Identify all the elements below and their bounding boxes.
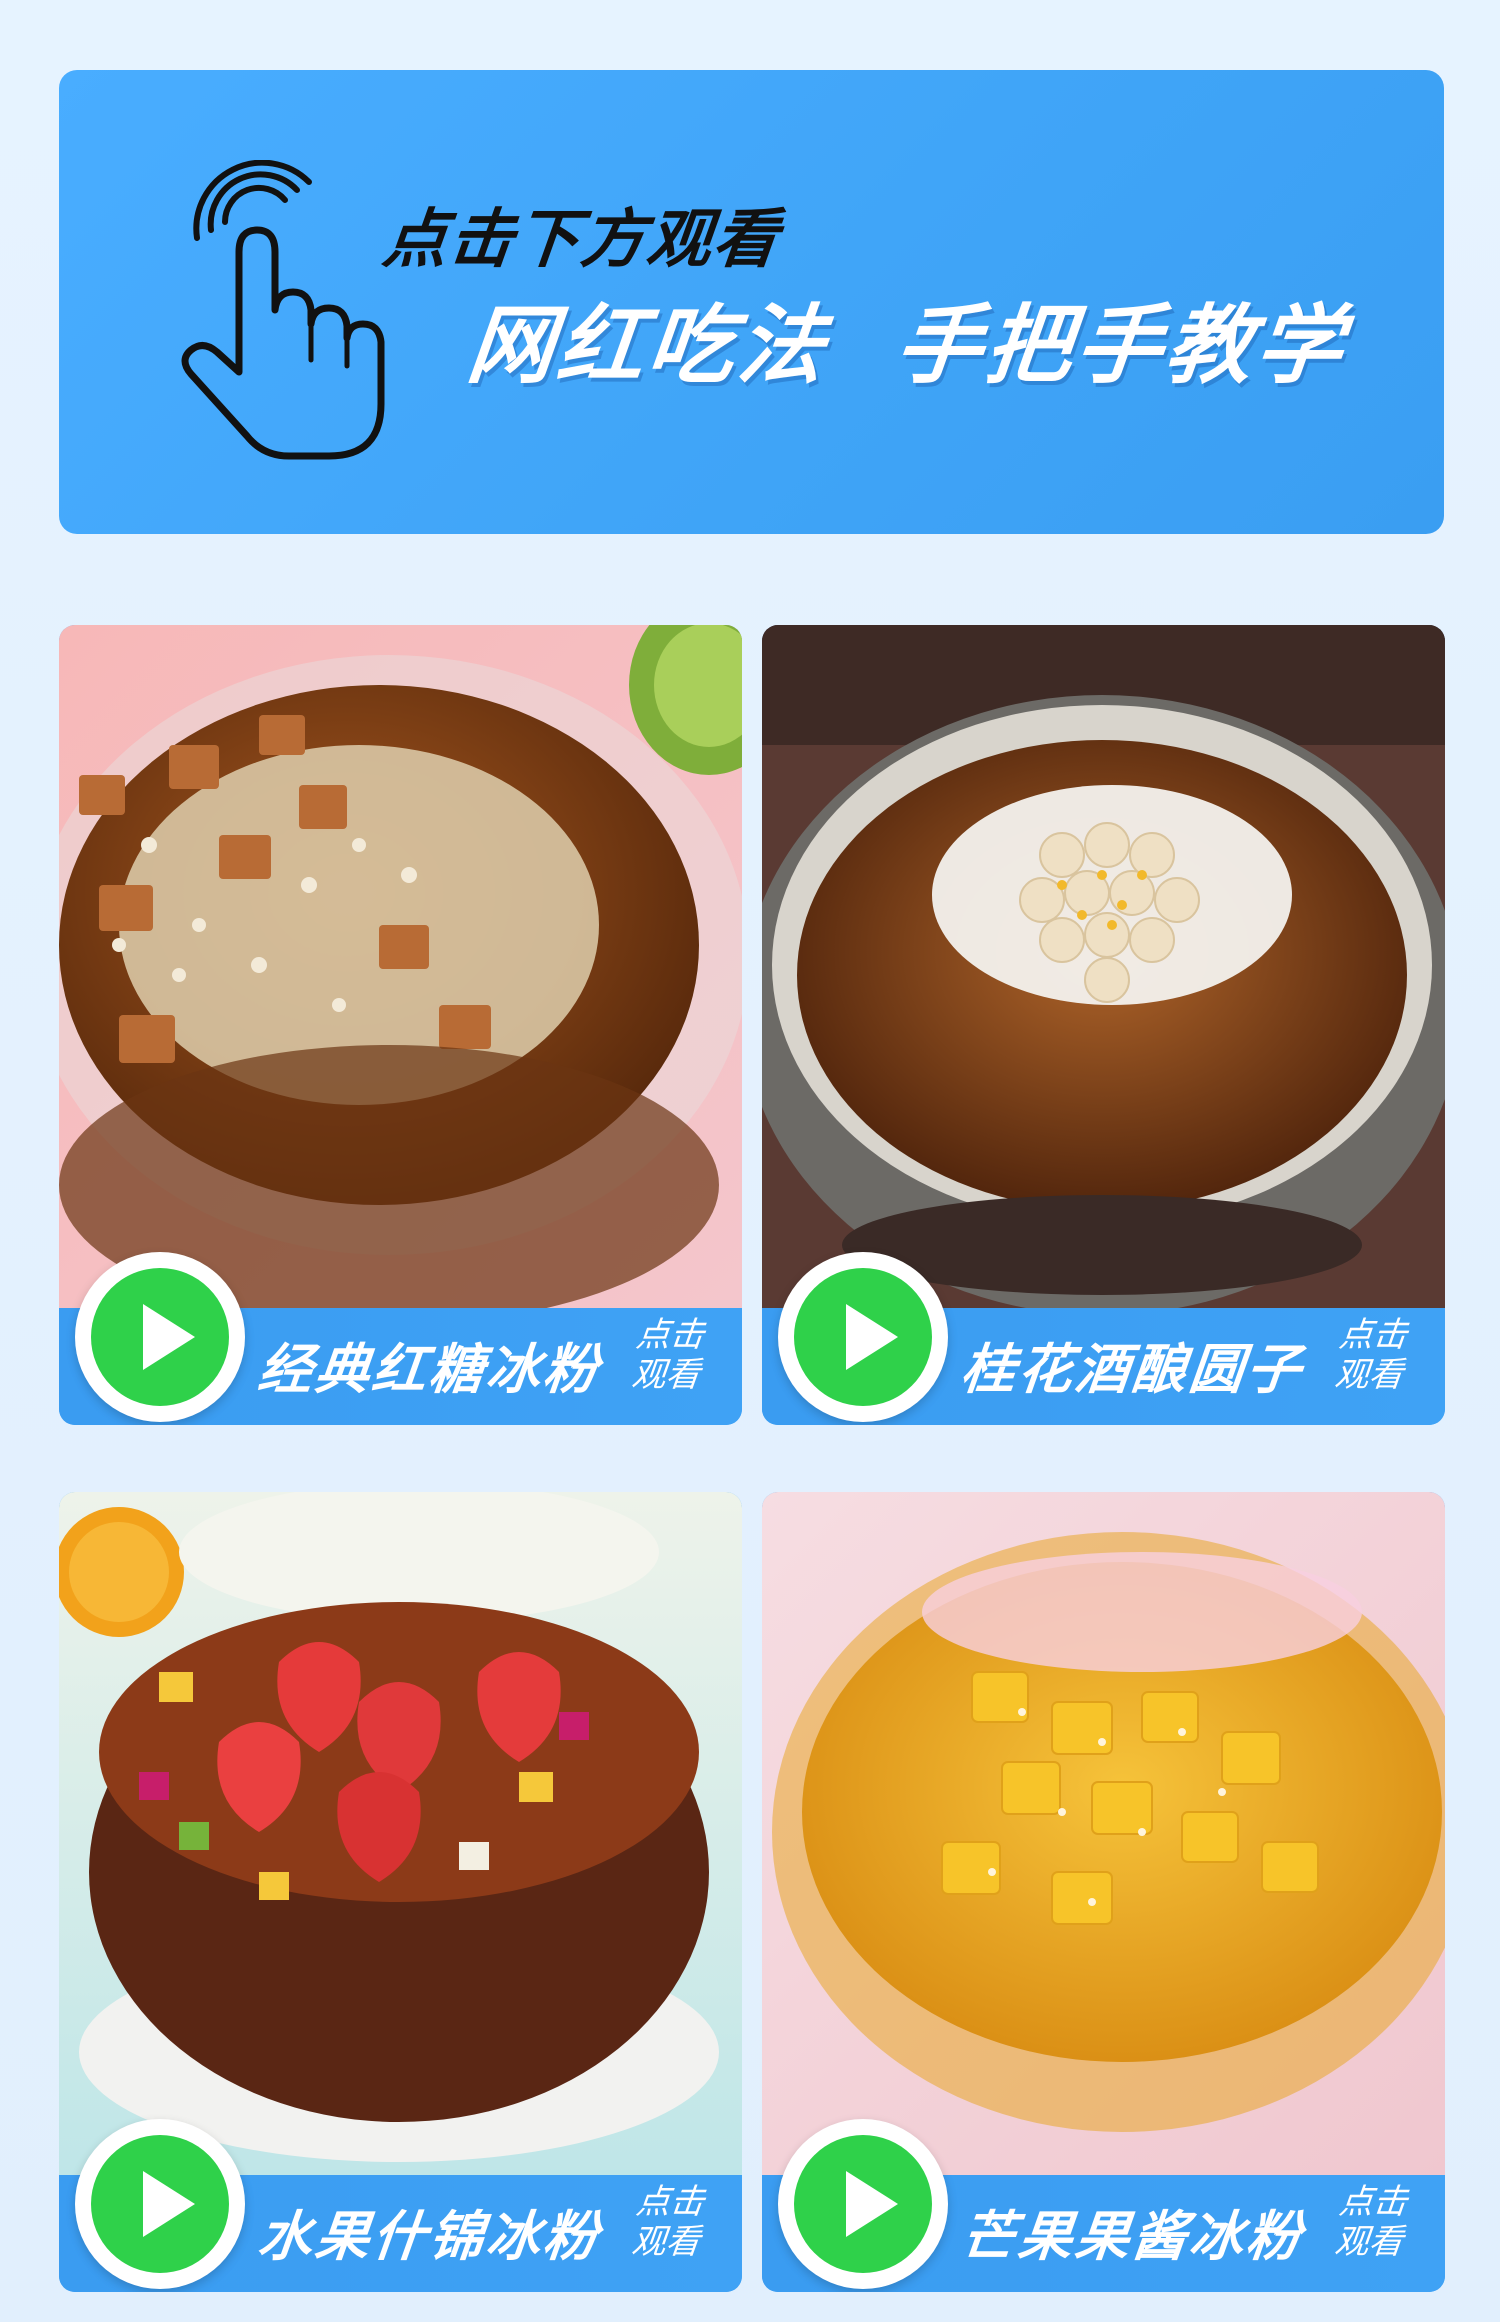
play-button[interactable]	[75, 1252, 245, 1422]
brown-sugar-ice-jelly-image	[59, 625, 742, 1308]
cta-line1: 点击	[634, 2182, 707, 2222]
osmanthus-rice-balls-image	[762, 625, 1445, 1308]
tutorial-banner: 点击下方观看 网红吃法 手把手教学	[59, 70, 1444, 534]
cta-line2: 观看	[1332, 2222, 1405, 2262]
watch-cta[interactable]: 点击 观看	[1333, 2182, 1431, 2262]
play-icon	[91, 2135, 229, 2273]
card-title: 水果什锦冰粉	[255, 2205, 604, 2268]
video-card-mixed-fruit[interactable]: 水果什锦冰粉 点击 观看	[59, 1492, 742, 2292]
play-button[interactable]	[75, 2119, 245, 2289]
video-card-osmanthus[interactable]: 桂花酒酿圆子 点击 观看	[762, 625, 1445, 1425]
video-card-brown-sugar[interactable]: 经典红糖冰粉 点击 观看	[59, 625, 742, 1425]
play-icon	[794, 1268, 932, 1406]
page: 点击下方观看 网红吃法 手把手教学 经典红糖冰粉 点击 观看 桂花酒酿圆子 点击…	[0, 0, 1500, 2322]
video-card-mango[interactable]: 芒果果酱冰粉 点击 观看	[762, 1492, 1445, 2292]
mango-jam-ice-jelly-image	[762, 1492, 1445, 2175]
play-icon	[91, 1268, 229, 1406]
banner-subtitle: 点击下方观看	[379, 203, 784, 277]
cta-line2: 观看	[629, 1355, 702, 1395]
banner-title: 网红吃法 手把手教学	[462, 296, 1352, 396]
cta-line1: 点击	[1337, 2182, 1410, 2222]
cta-line1: 点击	[634, 1315, 707, 1355]
play-icon	[794, 2135, 932, 2273]
play-button[interactable]	[778, 2119, 948, 2289]
card-title: 桂花酒酿圆子	[958, 1338, 1307, 1401]
card-title: 经典红糖冰粉	[255, 1338, 604, 1401]
watch-cta[interactable]: 点击 观看	[630, 1315, 728, 1395]
card-title: 芒果果酱冰粉	[958, 2205, 1307, 2268]
tap-hand-icon	[181, 160, 385, 460]
watch-cta[interactable]: 点击 观看	[1333, 1315, 1431, 1395]
play-button[interactable]	[778, 1252, 948, 1422]
watch-cta[interactable]: 点击 观看	[630, 2182, 728, 2262]
cta-line2: 观看	[629, 2222, 702, 2262]
cta-line1: 点击	[1337, 1315, 1410, 1355]
mixed-fruit-ice-jelly-image	[59, 1492, 742, 2175]
cta-line2: 观看	[1332, 1355, 1405, 1395]
